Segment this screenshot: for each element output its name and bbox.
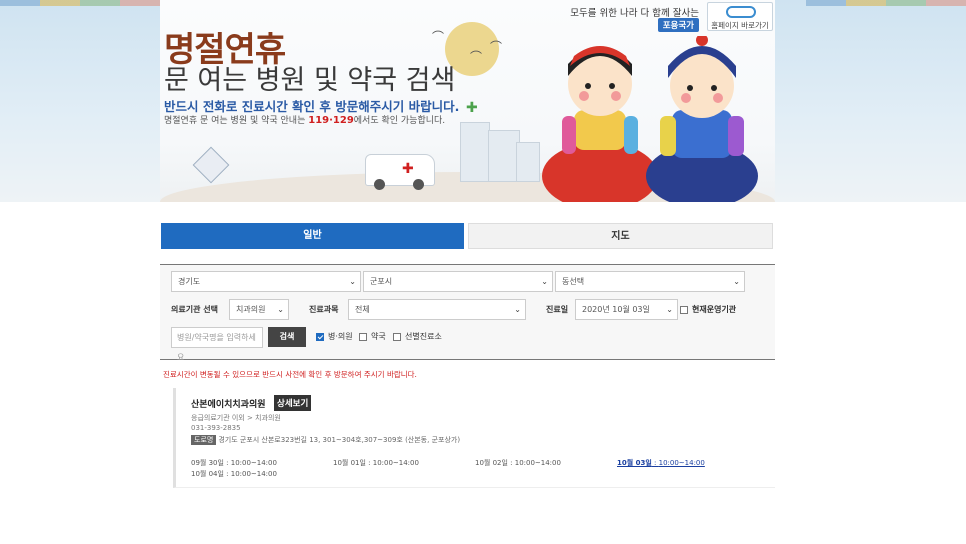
boy-in-hanbok-illustration	[646, 36, 758, 202]
checkbox-unchecked-icon[interactable]	[393, 333, 401, 341]
tab-general[interactable]: 일반	[161, 223, 464, 249]
city-select[interactable]: 군포시 ⌄	[363, 271, 553, 292]
checkbox-unchecked-icon[interactable]	[359, 333, 367, 341]
slogan-badge: 포용국가	[657, 18, 699, 32]
crane-icon: ⌒	[432, 30, 445, 44]
facility-type-label: 의료기관 선택	[171, 305, 218, 314]
date-label: 진료일	[546, 305, 569, 314]
checkbox-unchecked-icon[interactable]	[680, 306, 688, 314]
view-tabs: 일반 지도	[161, 223, 773, 249]
detail-button[interactable]: 상세보기	[274, 395, 312, 411]
decorative-stripe	[0, 0, 160, 6]
dong-select[interactable]: 동선택 ⌄	[555, 271, 745, 292]
ambulance-illustration: ✚	[365, 154, 435, 190]
hospital-buildings-illustration: ✚	[460, 100, 540, 182]
open-now-checkbox[interactable]: 현재운영기관	[680, 303, 736, 317]
banner-info-notice: 명절연휴 문 여는 병원 및 약국 안내는 119·129에서도 확인 가능합니…	[164, 115, 446, 126]
hours-item: 10월 01일 : 10:00~14:00	[333, 459, 419, 467]
chevron-down-icon: ⌄	[733, 277, 740, 286]
phone-numbers: 119·129	[308, 115, 354, 126]
visit-notice: 진료시간이 변동될 수 있으므로 반드시 사전에 확인 후 방문하여 주시기 바…	[163, 370, 417, 379]
crane-icon: ⌒	[490, 40, 503, 54]
hero-banner: ⌒ ⌒ ⌒ 명절연휴 문 여는 병원 및 약국 검색 반드시 전화로 진료시간 …	[160, 0, 775, 202]
tab-map[interactable]: 지도	[468, 223, 773, 249]
banner-subtitle: 문 여는 병원 및 약국 검색	[164, 65, 456, 96]
chevron-down-icon: ⌄	[277, 305, 284, 314]
hours-item: 10월 02일 : 10:00~14:00	[475, 459, 561, 467]
date-select[interactable]: 2020년 10월 03일 ⌄	[575, 299, 678, 320]
facility-type-select[interactable]: 치과의원 ⌄	[229, 299, 289, 320]
hours-item-selected-date: 10월 03일 : 10:00~14:00	[617, 459, 705, 467]
homepage-link[interactable]: 홈페이지 바로가기	[707, 2, 773, 31]
chevron-down-icon: ⌄	[666, 305, 673, 314]
hospital-checkbox[interactable]: 병·의원	[316, 330, 353, 344]
search-button[interactable]: 검색	[268, 327, 306, 347]
department-select[interactable]: 전체 ⌄	[348, 299, 526, 320]
kite-illustration	[192, 146, 230, 184]
facility-phone: 031-393-2835	[191, 424, 241, 432]
department-label: 진료과목	[309, 305, 339, 314]
chevron-down-icon: ⌄	[514, 305, 521, 314]
result-card: 산본에이치치과의원 상세보기 응급의료기관 이외 > 치과의원 031-393-…	[173, 388, 775, 488]
chevron-down-icon: ⌄	[541, 277, 548, 286]
screening-clinic-checkbox[interactable]: 선별진료소	[393, 330, 442, 344]
crane-icon: ⌒	[470, 50, 483, 64]
hours-item: 10월 04일 : 10:00~14:00	[191, 470, 277, 478]
chevron-down-icon: ⌄	[349, 277, 356, 286]
facility-category: 응급의료기관 이외 > 치과의원	[191, 414, 281, 422]
checkbox-checked-icon[interactable]	[316, 333, 324, 341]
decorative-stripe	[806, 0, 966, 6]
facility-address: 도로명 경기도 군포시 산본로323번길 13, 301~304호,307~309…	[191, 435, 460, 445]
province-select[interactable]: 경기도 ⌄	[171, 271, 361, 292]
facility-name[interactable]: 산본에이치치과의원	[191, 397, 266, 410]
hours-item: 09월 30일 : 10:00~14:00	[191, 459, 277, 467]
slogan-text: 모두를 위한 나라 다 함께 잘사는	[570, 8, 699, 19]
ministry-logo-icon	[726, 6, 756, 18]
search-input[interactable]: 병원/약국명을 입력하세요	[171, 327, 263, 362]
road-address-tag: 도로명	[191, 435, 217, 445]
pharmacy-checkbox[interactable]: 약국	[359, 330, 386, 344]
